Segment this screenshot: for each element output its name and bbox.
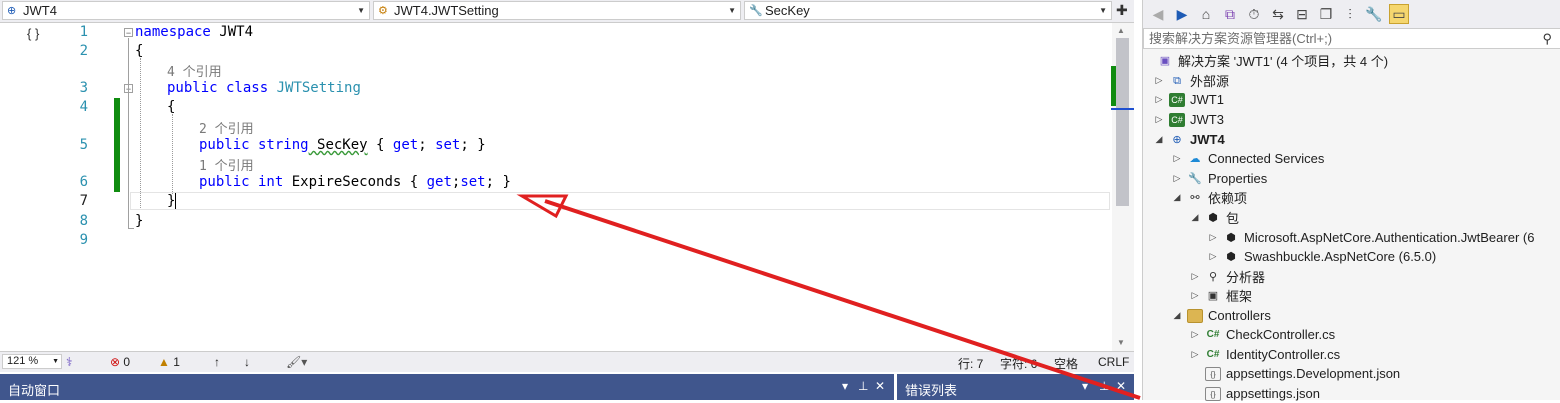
annotation-arrow-head [516, 194, 569, 219]
annotation-arrow-shaft [544, 199, 1141, 400]
annotation-arrow [516, 194, 1141, 400]
